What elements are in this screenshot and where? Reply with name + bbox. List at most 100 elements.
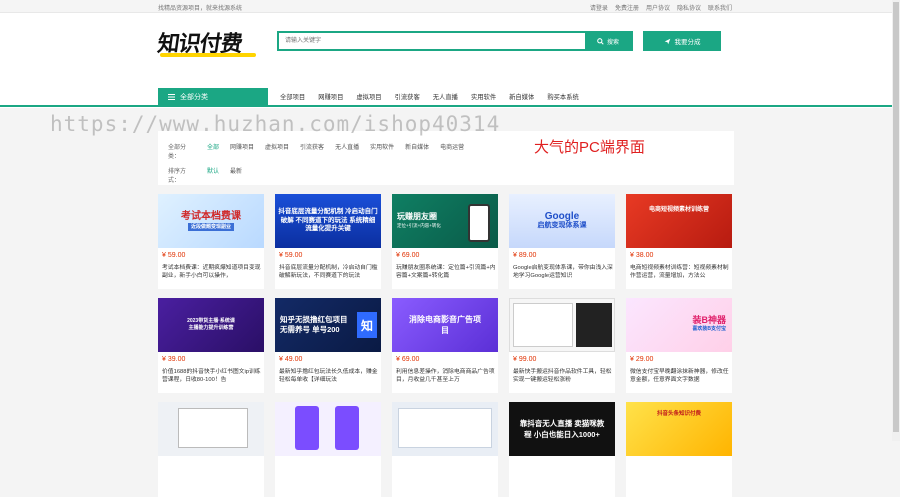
product-title[interactable]: 考试本档费课：近期疯爆知道项目变现副业，新手小白可以操作， xyxy=(162,264,262,280)
nav-item-media[interactable]: 新自媒体 xyxy=(509,92,534,101)
product-title[interactable]: 最新快手搬运抖音作品软件工具，轻松实现一键搬运轻松涨粉 xyxy=(513,368,613,384)
filter-sort-label: 排序方式： xyxy=(168,169,187,184)
product-price: ¥ 59.00 xyxy=(279,252,303,259)
privacy-link[interactable]: 隐私协议 xyxy=(677,3,701,12)
register-link[interactable]: 免费注册 xyxy=(615,3,639,12)
product-price: ¥ 69.00 xyxy=(396,252,420,259)
software-window-graphic xyxy=(398,408,492,448)
product-card[interactable]: 考试本档费课 近段做题变现副业 ¥ 59.00 考试本档费课：近期疯爆知道项目变现… xyxy=(158,194,264,289)
product-title[interactable]: 电商短视频素材训练营：短视频素材制作营运营，流量增加，方法公 xyxy=(630,264,730,280)
product-price: ¥ 69.00 xyxy=(396,356,420,363)
product-price: ¥ 59.00 xyxy=(162,252,186,259)
scrollbar[interactable] xyxy=(892,0,900,441)
product-price: ¥ 49.00 xyxy=(279,356,303,363)
main-nav: 全部项目 网赚项目 虚拟项目 引流获客 无人直播 实用软件 新自媒体 购买本系统 xyxy=(280,92,579,101)
search-input[interactable] xyxy=(279,33,585,49)
product-card[interactable] xyxy=(392,402,498,497)
product-thumbnail: 考试本档费课 近段做题变现副业 xyxy=(158,194,264,248)
product-price: ¥ 89.00 xyxy=(513,252,537,259)
product-title[interactable]: 微信支付宝早晚翻涂抹新神器，修改任意金额，任意界面文字数据 xyxy=(630,368,730,384)
product-thumbnail: 消除电商影音广告项目 xyxy=(392,298,498,352)
product-thumbnail: 电商短视频素材训练营 xyxy=(626,194,732,248)
nav-item-virtual[interactable]: 虚拟项目 xyxy=(356,92,381,101)
sort-option-latest[interactable]: 最新 xyxy=(230,166,242,184)
thumbnail-text: 知乎无损撸红包项目 无需养号 单号200 xyxy=(280,315,348,334)
filter-option[interactable]: 虚拟项目 xyxy=(265,142,289,160)
product-card[interactable]: 抖音底层流量分配机制 冷启动自门破解 不同赛道下的玩法 系统精细流量化提升关键 … xyxy=(275,194,381,289)
publish-button[interactable]: 我要分成 xyxy=(643,31,721,51)
thumbnail-text: 考试本档费课 近段做题变现副业 xyxy=(181,210,241,231)
thumbnail-text: 抖音底层流量分配机制 冷启动自门破解 不同赛道下的玩法 系统精细流量化提升关键 xyxy=(278,208,378,233)
product-price: ¥ 99.00 xyxy=(513,356,537,363)
nav-item-money[interactable]: 网赚项目 xyxy=(318,92,343,101)
filter-option[interactable]: 无人直播 xyxy=(335,142,359,160)
search-icon xyxy=(597,37,604,45)
filter-panel: 全部分类： 全部 网赚项目 虚拟项目 引流获客 无人直播 实用软件 新自媒体 电… xyxy=(158,131,734,185)
product-thumbnail: 装B神器 喜欢装B支付宝 xyxy=(626,298,732,352)
product-card[interactable]: 装B神器 喜欢装B支付宝 ¥ 29.00 微信支付宝早晚翻涂抹新神器，修改任意金额… xyxy=(626,298,732,393)
product-thumbnail: 抖音头条知识付费 xyxy=(626,402,732,456)
thumbnail-text: 电商短视频素材训练营 xyxy=(648,207,709,213)
all-categories-button[interactable]: 全部分类 xyxy=(158,88,268,106)
product-card[interactable]: 消除电商影音广告项目 ¥ 69.00 利用信息差操作，消除电商商品广告项目，月收… xyxy=(392,298,498,393)
user-agreement-link[interactable]: 用户协议 xyxy=(646,3,670,12)
scrollbar-thumb[interactable] xyxy=(893,2,899,432)
product-card[interactable]: Google 启航变现体系课 ¥ 89.00 Google启航变现体系课，带你由浅… xyxy=(509,194,615,289)
thumbnail-text: 2023带货主播·系统课 主播能力提升训练营 xyxy=(187,318,235,331)
thumbnail-text: 消除电商影音广告项目 xyxy=(409,315,481,335)
sort-option-default[interactable]: 默认 xyxy=(207,166,219,184)
send-icon xyxy=(664,38,670,44)
product-title[interactable]: 利用信息差操作，消除电商商品广告项目，月收益几千甚至上万 xyxy=(396,368,496,384)
product-title[interactable]: 最新知乎撸红包玩法长久低成本，赚金轻松每单收【详细玩法 xyxy=(279,368,379,384)
thumbnail-text: 靠抖音无人直播 卖猫咪教程 小白也能日入1000+ xyxy=(519,419,605,439)
phone-graphic xyxy=(295,406,319,450)
search-button[interactable]: 搜索 xyxy=(585,33,631,49)
product-thumbnail: 知乎无损撸红包项目 无需养号 单号200 知 xyxy=(275,298,381,352)
top-bar-links: 请登录 免费注册 用户协议 隐私协议 联系我们 xyxy=(590,3,732,12)
nav-item-software[interactable]: 实用软件 xyxy=(471,92,496,101)
nav-item-traffic[interactable]: 引流获客 xyxy=(395,92,420,101)
thumbnail-text: Google 启航变现体系课 xyxy=(537,211,587,230)
phone-graphic xyxy=(335,406,359,450)
nav-item-buy[interactable]: 购买本系统 xyxy=(547,92,578,101)
product-price: ¥ 38.00 xyxy=(630,252,654,259)
product-thumbnail xyxy=(509,298,615,352)
filter-option[interactable]: 新自媒体 xyxy=(405,142,429,160)
nav-item-live[interactable]: 无人直播 xyxy=(433,92,458,101)
filter-option[interactable]: 实用软件 xyxy=(370,142,394,160)
watermark-url: https://www.huzhan.com/ishop40314 xyxy=(50,112,501,136)
product-card[interactable] xyxy=(158,402,264,497)
all-categories-label: 全部分类 xyxy=(180,94,208,101)
publish-button-label: 我要分成 xyxy=(674,39,701,46)
product-title[interactable]: 玩赚朋友圈系统课：定位篇+引流篇+内容篇+文案篇+转化篇 xyxy=(396,264,496,280)
logo-underline xyxy=(160,53,256,57)
product-card[interactable]: 抖音头条知识付费 xyxy=(626,402,732,497)
filter-option[interactable]: 网赚项目 xyxy=(230,142,254,160)
product-price: ¥ 29.00 xyxy=(630,356,654,363)
nav-item-all[interactable]: 全部项目 xyxy=(280,92,305,101)
login-link[interactable]: 请登录 xyxy=(590,3,608,12)
product-card[interactable] xyxy=(275,402,381,497)
product-card[interactable]: 玩赚朋友圈 定位+引流+内容+转化 ¥ 69.00 玩赚朋友圈系统课：定位篇+引流… xyxy=(392,194,498,289)
nav-underline xyxy=(0,105,892,107)
product-thumbnail xyxy=(158,402,264,456)
product-card[interactable]: 靠抖音无人直播 卖猫咪教程 小白也能日入1000+ xyxy=(509,402,615,497)
product-thumbnail: 靠抖音无人直播 卖猫咪教程 小白也能日入1000+ xyxy=(509,402,615,456)
promo-caption: 大气的PC端界面 xyxy=(534,139,645,156)
product-card[interactable]: 2023带货主播·系统课 主播能力提升训练营 ¥ 39.00 价值1688的抖音快… xyxy=(158,298,264,393)
menu-icon xyxy=(168,94,175,100)
filter-option[interactable]: 电商运营 xyxy=(440,142,464,160)
app-window-graphic xyxy=(178,408,248,448)
product-price: ¥ 39.00 xyxy=(162,356,186,363)
product-title[interactable]: 价值1688的抖音快手小红书图文ip训练营课程，日收80-100！告 xyxy=(162,368,262,384)
filter-option-all[interactable]: 全部 xyxy=(207,142,219,160)
product-title[interactable]: Google启航变现体系课，带你由浅入深地学习Google运营知识 xyxy=(513,264,613,280)
product-card[interactable]: 知乎无损撸红包项目 无需养号 单号200 知 ¥ 49.00 最新知乎撸红包玩法… xyxy=(275,298,381,393)
filter-option[interactable]: 引流获客 xyxy=(300,142,324,160)
product-card[interactable]: 电商短视频素材训练营 ¥ 38.00 电商短视频素材训练营：短视频素材制作营运营… xyxy=(626,194,732,289)
contact-link[interactable]: 联系我们 xyxy=(708,3,732,12)
top-bar: 找精品资源项目，就来找源系统 请登录 免费注册 用户协议 隐私协议 联系我们 xyxy=(0,0,892,13)
product-title[interactable]: 抖音底层流量分配机制，冷启动自门槛破解新玩法，不同赛道下的玩法 xyxy=(279,264,379,280)
product-thumbnail: 2023带货主播·系统课 主播能力提升训练营 xyxy=(158,298,264,352)
product-card[interactable]: ¥ 99.00 最新快手搬运抖音作品软件工具，轻松实现一键搬运轻松涨粉 xyxy=(509,298,615,393)
